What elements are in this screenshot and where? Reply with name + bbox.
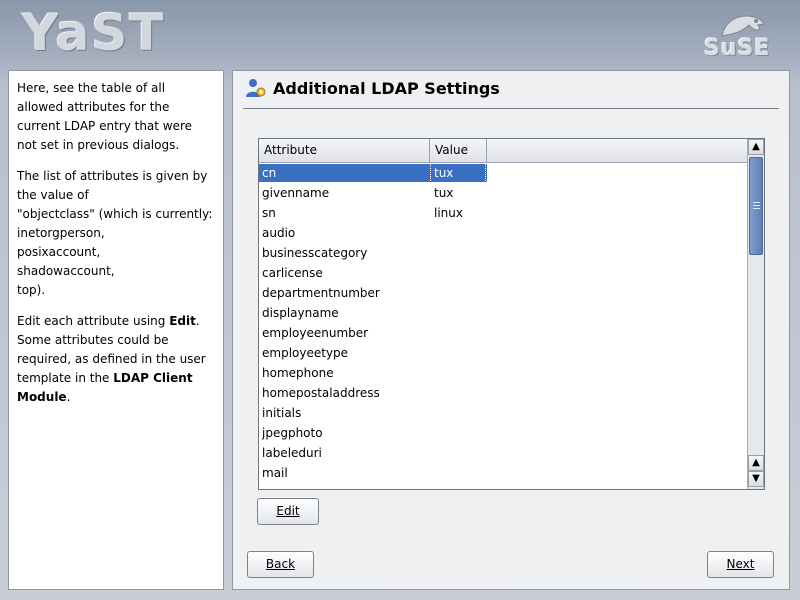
yast-logo: YaST	[22, 4, 166, 62]
attribute-cell: carlicense	[262, 266, 323, 280]
attribute-table[interactable]: Attribute Value cn tux linux givenname tux s…	[258, 138, 765, 490]
table-row[interactable]: departmentnumber	[259, 283, 748, 303]
table-row[interactable]: givenname tux	[259, 183, 748, 203]
table-row[interactable]: cn tux linux	[259, 163, 748, 203]
attribute-cell: jpegphoto	[262, 426, 323, 440]
suse-logo: SuSE	[704, 10, 771, 62]
help-line: posixaccount,	[17, 245, 101, 259]
edit-button-label: Edit	[276, 504, 300, 518]
help-line: The list of attributes is given by the v…	[17, 169, 208, 202]
attribute-cell: homepostaladdress	[262, 386, 380, 400]
table-row[interactable]: sn linux	[259, 203, 748, 223]
table-row[interactable]: employeetype	[259, 343, 748, 363]
scroll-up-icon[interactable]: ▲	[748, 139, 764, 155]
table-row[interactable]: employeenumber	[259, 323, 748, 343]
attribute-cell: homephone	[262, 366, 334, 380]
help-text: .	[66, 390, 71, 404]
back-button-label: Back	[265, 557, 296, 571]
table-row[interactable]: mail	[259, 463, 748, 483]
attribute-cell: mail	[262, 466, 288, 480]
attribute-cell: labeleduri	[262, 446, 322, 460]
attribute-cell: initials	[262, 406, 302, 420]
table-row[interactable]: carlicense	[259, 263, 748, 283]
value-cell: linux	[434, 206, 463, 220]
attribute-cell: departmentnumber	[262, 286, 380, 300]
table-header: Attribute Value	[259, 139, 748, 163]
main-dialog: Additional LDAP Settings Attribute Value…	[232, 70, 790, 590]
help-paragraph-1: Here, see the table of all allowed attri…	[17, 81, 193, 152]
attribute-cell: businesscategory	[262, 246, 368, 260]
help-line: "objectclass" (which is currently:	[17, 207, 213, 221]
help-paragraph-3: Edit each attribute using Edit. Some att…	[17, 312, 215, 407]
table-row[interactable]: audio	[259, 223, 748, 243]
scroll-down-icon[interactable]: ▼	[748, 471, 764, 487]
vertical-scrollbar[interactable]: ▲ ▲ ▼	[747, 139, 764, 489]
attribute-cell: employeetype	[262, 346, 349, 360]
help-paragraph-2: The list of attributes is given by the v…	[17, 167, 215, 300]
attribute-cell: employeenumber	[262, 326, 369, 340]
attribute-cell: sn	[262, 206, 276, 220]
attribute-cell: displayname	[262, 306, 339, 320]
back-button[interactable]: Back	[247, 551, 314, 578]
help-line: shadowaccount,	[17, 264, 115, 278]
user-settings-icon	[246, 79, 266, 97]
help-bold-text: Edit	[169, 314, 196, 328]
table-row[interactable]: displayname	[259, 303, 748, 323]
column-header-attribute[interactable]: Attribute	[259, 139, 430, 163]
title-divider	[243, 108, 779, 109]
column-header-value[interactable]: Value	[430, 139, 487, 163]
table-row[interactable]: businesscategory	[259, 243, 748, 263]
value-cell: tux	[434, 186, 454, 200]
attribute-cell: cn	[262, 166, 277, 180]
help-panel: Here, see the table of all allowed attri…	[8, 70, 224, 590]
table-body: cn tux linux givenname tux sn linux audio busin…	[259, 163, 748, 489]
table-row[interactable]: jpegphoto	[259, 423, 748, 443]
table-row[interactable]: labeleduri	[259, 443, 748, 463]
header-bar: YaST SuSE	[0, 0, 800, 68]
scroll-up-icon[interactable]: ▲	[748, 455, 764, 471]
scrollbar-thumb[interactable]	[749, 157, 763, 255]
suse-wordmark: SuSE	[704, 36, 771, 61]
help-line: inetorgperson,	[17, 226, 105, 240]
edit-button[interactable]: Edit	[257, 498, 319, 525]
help-line: top).	[17, 283, 46, 297]
table-row[interactable]: homepostaladdress	[259, 383, 748, 403]
table-row[interactable]: homephone	[259, 363, 748, 383]
next-button-label: Next	[726, 557, 755, 571]
attribute-cell: givenname	[262, 186, 330, 200]
dialog-title: Additional LDAP Settings	[273, 79, 500, 98]
table-row[interactable]: initials	[259, 403, 748, 423]
next-button[interactable]: Next	[707, 551, 774, 578]
help-text: Edit each attribute using	[17, 314, 170, 328]
attribute-cell: audio	[262, 226, 296, 240]
